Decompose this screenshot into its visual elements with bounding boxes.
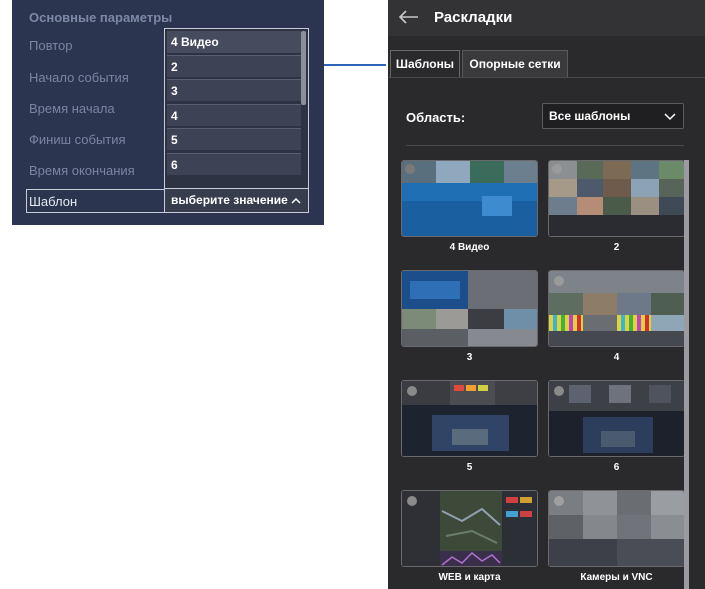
template-preview-image	[549, 271, 684, 346]
template-thumbnail-web-map[interactable]	[401, 490, 538, 567]
event-settings-panel: Основные параметры Повтор Начало события…	[12, 0, 324, 225]
template-label: 4 Видео	[449, 242, 490, 253]
dropdown-option[interactable]: 4 Видео	[167, 31, 301, 53]
template-thumbnail-6[interactable]	[548, 380, 685, 457]
template-preview-image	[402, 381, 537, 456]
template-label: 2	[613, 242, 620, 253]
area-select-value: Все шаблоны	[549, 109, 631, 123]
area-label: Область:	[406, 110, 466, 125]
dropdown-option[interactable]: 4	[167, 104, 301, 126]
template-thumbnail-4[interactable]	[548, 270, 685, 347]
panel-header: Раскладки	[388, 0, 705, 36]
field-end-time-label[interactable]: Время окончания	[29, 163, 135, 178]
tab-templates[interactable]: Шаблоны	[390, 50, 460, 77]
template-thumbnail-cameras-vnc[interactable]	[548, 490, 685, 567]
template-select[interactable]: выберите значение	[164, 188, 309, 213]
template-thumbnail-3[interactable]	[401, 270, 538, 347]
template-label: 3	[466, 352, 473, 363]
dropdown-option[interactable]: 2	[167, 55, 301, 77]
template-preview-image	[549, 161, 684, 236]
template-label: WEB и карта	[438, 572, 501, 583]
field-event-finish-label[interactable]: Финиш события	[29, 132, 126, 147]
template-select-value: выберите значение	[171, 193, 288, 207]
dropdown-option[interactable]: 6	[167, 153, 301, 175]
template-thumbnail-2[interactable]	[548, 160, 685, 237]
page-title: Раскладки	[434, 9, 513, 26]
template-thumbnail-5[interactable]	[401, 380, 538, 457]
template-label: Камеры и VNC	[580, 572, 653, 583]
connector-line	[324, 64, 386, 66]
dropdown-option[interactable]: 3	[167, 79, 301, 101]
template-label: 4	[613, 352, 620, 363]
template-preview-image	[549, 491, 684, 566]
field-start-time-label[interactable]: Время начала	[29, 101, 115, 116]
field-template-label: Шаблон	[29, 194, 78, 209]
section-title: Основные параметры	[29, 10, 173, 25]
template-preview-image	[402, 491, 537, 566]
dropdown-option[interactable]: 5	[167, 128, 301, 150]
layouts-panel: Раскладки Шаблоны Опорные сетки Область:…	[388, 0, 705, 589]
divider	[406, 145, 684, 146]
template-label: 6	[613, 462, 620, 473]
template-label: 5	[466, 462, 473, 473]
template-thumbnail-4-video[interactable]	[401, 160, 538, 237]
field-event-start-label[interactable]: Начало события	[29, 70, 129, 85]
template-preview-image	[549, 381, 684, 456]
chevron-up-icon	[291, 197, 301, 204]
templates-scrollbar-thumb[interactable]	[684, 160, 689, 589]
tabs-divider	[388, 77, 705, 78]
chevron-down-icon	[664, 113, 676, 121]
template-preview-image	[402, 271, 537, 346]
field-repeat-label[interactable]: Повтор	[29, 38, 72, 53]
arrow-left-icon[interactable]	[398, 9, 420, 25]
template-dropdown-list[interactable]: 4 Видео 2 3 4 5 6	[164, 28, 309, 189]
area-select[interactable]: Все шаблоны	[542, 103, 684, 129]
template-preview-image	[402, 161, 537, 236]
dropdown-scrollbar[interactable]	[301, 31, 306, 105]
tab-reference-grids[interactable]: Опорные сетки	[462, 50, 568, 77]
